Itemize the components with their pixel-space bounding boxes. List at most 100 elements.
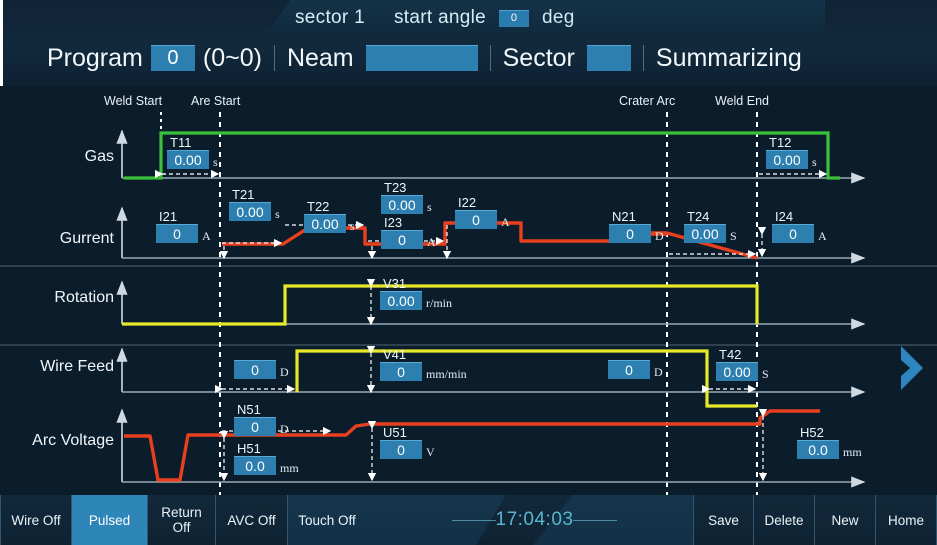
field-t21-unit: s: [275, 207, 280, 221]
field-i23-caption: I23: [384, 215, 403, 230]
field-t24-caption: T24: [687, 209, 710, 224]
field-i24[interactable]: I24 0 A: [772, 210, 827, 243]
field-u51-input[interactable]: 0: [380, 440, 422, 459]
field-n21[interactable]: N21 0 D: [609, 210, 664, 243]
bottom-toolbar: Wire Off Pulsed Return Off AVC Off Touch…: [0, 495, 937, 545]
avc-toggle-button[interactable]: AVC Off: [216, 495, 288, 545]
field-wire-feed-post-input[interactable]: 0: [608, 360, 650, 379]
field-wire-feed-pre-input[interactable]: 0: [234, 360, 276, 379]
program-input[interactable]: 0: [150, 45, 195, 71]
field-h51-caption: H51: [237, 441, 261, 456]
sector-input[interactable]: [586, 45, 631, 71]
field-u51[interactable]: U51 0 V: [380, 426, 435, 459]
wire-toggle-button[interactable]: Wire Off: [0, 495, 72, 545]
field-t21-caption: T21: [232, 187, 255, 202]
field-t24[interactable]: T24 0.00 S: [684, 210, 737, 243]
field-i22-caption: I22: [458, 195, 477, 210]
start-angle-label: start angle: [394, 7, 487, 28]
header-divider-1: [273, 45, 275, 71]
field-i22-unit: A: [501, 215, 510, 229]
field-t23-input[interactable]: 0.00: [381, 195, 423, 214]
field-n51[interactable]: N51 0 D: [234, 403, 289, 436]
return-toggle-line2: Off: [172, 520, 191, 535]
marker-guides: [160, 112, 758, 495]
field-i21[interactable]: I21 0 A: [156, 210, 211, 243]
save-button[interactable]: Save: [693, 495, 754, 545]
field-v41-unit: mm/min: [426, 367, 467, 381]
header-top-row: sector 1 start angle 0 deg: [3, 0, 937, 36]
action-buttons: Save Delete New Home: [693, 495, 937, 545]
field-t42-input[interactable]: 0.00: [716, 362, 758, 381]
rotation-axes: [116, 280, 866, 330]
field-h51-input[interactable]: 0.0: [234, 456, 276, 475]
field-v31[interactable]: V31 0.00 r/min: [380, 277, 452, 310]
return-toggle-button[interactable]: Return Off: [148, 495, 216, 545]
sector-field-label: Sector: [502, 43, 575, 72]
timing-diagram: Weld Start Are Start Crater Arc Weld End…: [0, 86, 937, 495]
field-wire-feed-pre[interactable]: 0 D: [234, 360, 289, 379]
field-h51[interactable]: H51 0.0 mm: [234, 442, 299, 475]
field-v41[interactable]: V41 0 mm/min: [380, 348, 467, 381]
field-t22-unit: s: [350, 219, 355, 233]
clock-area: 17:04:03: [376, 495, 693, 545]
chevron-right-icon: [901, 346, 923, 390]
home-button[interactable]: Home: [876, 495, 937, 545]
field-t21[interactable]: T21 0.00 s: [229, 188, 280, 221]
field-t22[interactable]: T22 0.00 s: [304, 200, 355, 233]
field-i22[interactable]: I22 0 A: [455, 196, 510, 229]
deg-unit-label: deg: [542, 7, 575, 28]
delete-button[interactable]: Delete: [754, 495, 815, 545]
field-t23[interactable]: T23 0.00 s: [381, 181, 432, 214]
welding-parameter-screen: sector 1 start angle 0 deg Program 0 (0~…: [0, 0, 937, 545]
pulsed-toggle-button[interactable]: Pulsed: [72, 495, 148, 545]
field-t12-caption: T12: [769, 135, 792, 150]
field-i23[interactable]: I23 0 A: [381, 216, 436, 249]
field-wire-feed-post[interactable]: 0 D: [608, 360, 663, 379]
arc-voltage-waveform: [124, 409, 820, 482]
field-t12-unit: s: [812, 155, 817, 169]
name-label: Neam: [286, 43, 354, 72]
clock-dash-left: [451, 519, 496, 521]
next-page-button[interactable]: [897, 344, 931, 392]
field-t24-input[interactable]: 0.00: [684, 224, 726, 243]
name-input[interactable]: [365, 45, 478, 71]
field-t42[interactable]: T42 0.00 S: [716, 348, 769, 381]
field-t21-input[interactable]: 0.00: [229, 202, 271, 221]
header-divider-3: [642, 45, 644, 71]
clock-time: 17:04:03: [495, 509, 574, 530]
field-n51-input[interactable]: 0: [234, 417, 276, 436]
field-t12[interactable]: T12 0.00 s: [766, 136, 817, 169]
touch-toggle-button[interactable]: Touch Off: [288, 495, 376, 545]
field-i21-input[interactable]: 0: [156, 224, 198, 243]
field-h51-unit: mm: [280, 461, 299, 475]
field-t22-input[interactable]: 0.00: [304, 214, 346, 233]
row-separators: [0, 265, 937, 346]
field-t23-unit: s: [427, 200, 432, 214]
header-bottom-row: Program 0 (0~0) Neam Sector Summarizing: [3, 36, 937, 80]
clock-dash-right: [573, 519, 618, 521]
field-i23-unit: A: [427, 235, 436, 249]
field-t42-caption: T42: [719, 347, 742, 362]
field-t24-unit: S: [730, 229, 737, 243]
field-n51-caption: N51: [237, 402, 261, 417]
field-t11[interactable]: T11 0.00 s: [167, 136, 218, 169]
field-t23-caption: T23: [384, 180, 407, 195]
field-n21-unit: D: [655, 229, 664, 243]
field-t22-caption: T22: [307, 199, 330, 214]
summarizing-label: Summarizing: [655, 43, 802, 72]
field-wire-feed-pre-unit: D: [280, 365, 289, 379]
new-button[interactable]: New: [815, 495, 876, 545]
field-n21-input[interactable]: 0: [609, 224, 651, 243]
field-v31-input[interactable]: 0.00: [380, 291, 422, 310]
field-i24-input[interactable]: 0: [772, 224, 814, 243]
field-t12-input[interactable]: 0.00: [766, 150, 808, 169]
field-v31-caption: V31: [383, 276, 407, 291]
start-angle-input[interactable]: 0: [499, 9, 530, 27]
field-h52[interactable]: H52 0.0 mm: [797, 426, 862, 459]
field-v41-input[interactable]: 0: [380, 362, 422, 381]
field-i23-input[interactable]: 0: [381, 230, 423, 249]
field-t11-input[interactable]: 0.00: [167, 150, 209, 169]
field-h52-input[interactable]: 0.0: [797, 440, 839, 459]
field-i22-input[interactable]: 0: [455, 210, 497, 229]
gas-axes: [116, 129, 866, 184]
